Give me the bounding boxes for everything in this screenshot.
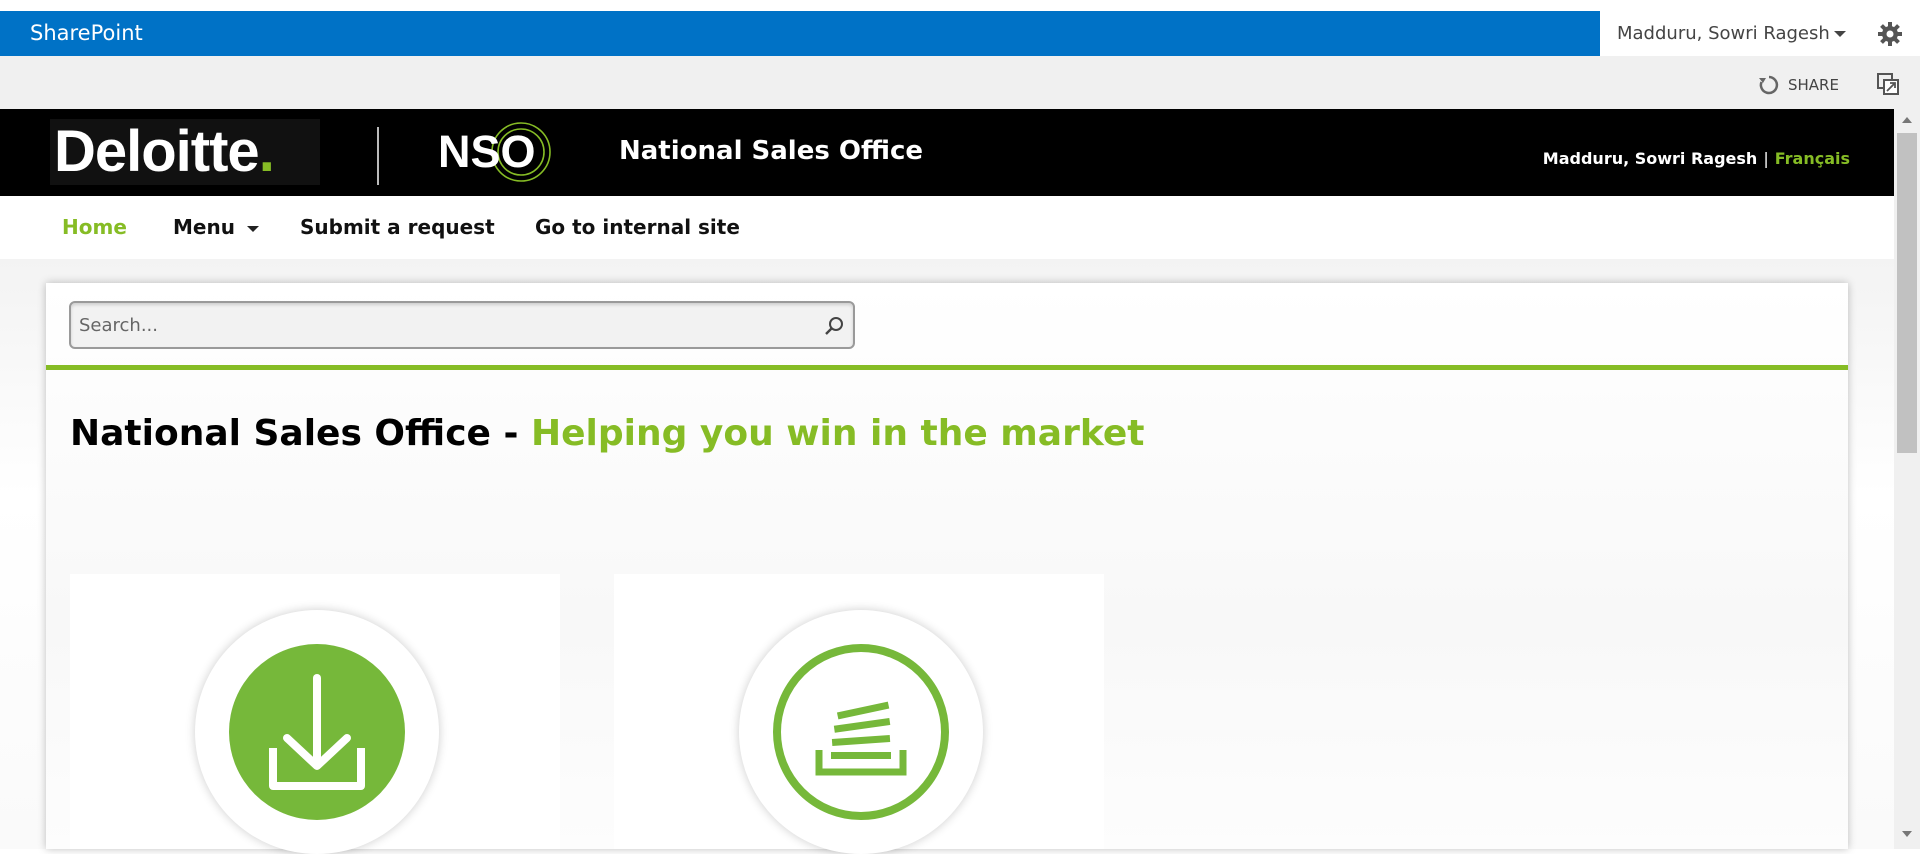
header-divider — [377, 127, 379, 185]
nav-item-internal-site[interactable]: Go to internal site — [535, 196, 740, 259]
chevron-down-icon — [1833, 31, 1846, 37]
site-header: Deloitte. NSO National Sales Office Madd… — [0, 109, 1894, 196]
scroll-down-arrow-icon[interactable] — [1902, 831, 1912, 837]
focus-content-icon[interactable] — [1876, 72, 1900, 96]
window-top-strip — [0, 0, 1920, 11]
logo-dot: . — [258, 119, 275, 184]
quick-link-tile-download[interactable] — [70, 574, 560, 854]
nav-item-menu[interactable]: Menu — [173, 196, 259, 259]
user-menu[interactable]: Madduru, Sowri Ragesh — [1617, 11, 1846, 56]
suite-bar: SharePoint Madduru, Sowri Ragesh — [0, 11, 1920, 56]
download-icon — [229, 644, 405, 820]
page-title-tagline: Helping you win in the market — [530, 413, 1145, 454]
page-title-main: National Sales Office - — [70, 413, 531, 454]
share-label: SHARE — [1788, 76, 1839, 94]
header-user-name[interactable]: Madduru, Sowri Ragesh — [1543, 149, 1758, 168]
header-user-links: Madduru, Sowri Ragesh | Français — [1543, 149, 1850, 168]
nav-item-submit-request[interactable]: Submit a request — [300, 196, 495, 259]
deloitte-logo-text: Deloitte. — [54, 123, 275, 181]
search-icon[interactable] — [823, 315, 845, 337]
share-button[interactable]: SHARE — [1758, 74, 1839, 96]
search-input[interactable] — [79, 303, 779, 347]
scrollbar-thumb[interactable] — [1897, 133, 1917, 453]
quick-link-tile-documents[interactable] — [614, 574, 1104, 854]
search-box — [69, 301, 855, 349]
gear-icon[interactable] — [1877, 21, 1903, 47]
green-divider — [46, 365, 1848, 370]
document-stack-icon — [773, 644, 949, 820]
suite-bar-user-area: Madduru, Sowri Ragesh — [1600, 11, 1920, 56]
nav-menu-label: Menu — [173, 215, 235, 239]
language-toggle-link[interactable]: Français — [1775, 149, 1850, 168]
main-content-card: National Sales Office - Helping you win … — [46, 283, 1848, 854]
site-title[interactable]: National Sales Office — [619, 136, 923, 166]
sharepoint-brand-link[interactable]: SharePoint — [30, 11, 143, 56]
ribbon-bar: SHARE — [0, 56, 1920, 109]
user-name-label: Madduru, Sowri Ragesh — [1617, 23, 1830, 44]
sync-share-icon — [1759, 75, 1779, 95]
chevron-down-icon — [246, 225, 259, 232]
top-navigation: Home Menu Submit a request Go to interna… — [0, 196, 1894, 259]
nav-item-home[interactable]: Home — [62, 196, 127, 259]
vertical-scrollbar[interactable] — [1894, 109, 1920, 849]
nso-logo[interactable]: NSO — [438, 125, 536, 179]
header-separator: | — [1763, 149, 1769, 168]
scroll-up-arrow-icon[interactable] — [1902, 117, 1912, 123]
deloitte-logo[interactable]: Deloitte. — [50, 119, 320, 185]
logo-wordmark: Deloitte — [54, 119, 260, 184]
page-title: National Sales Office - Helping you win … — [70, 413, 1144, 454]
